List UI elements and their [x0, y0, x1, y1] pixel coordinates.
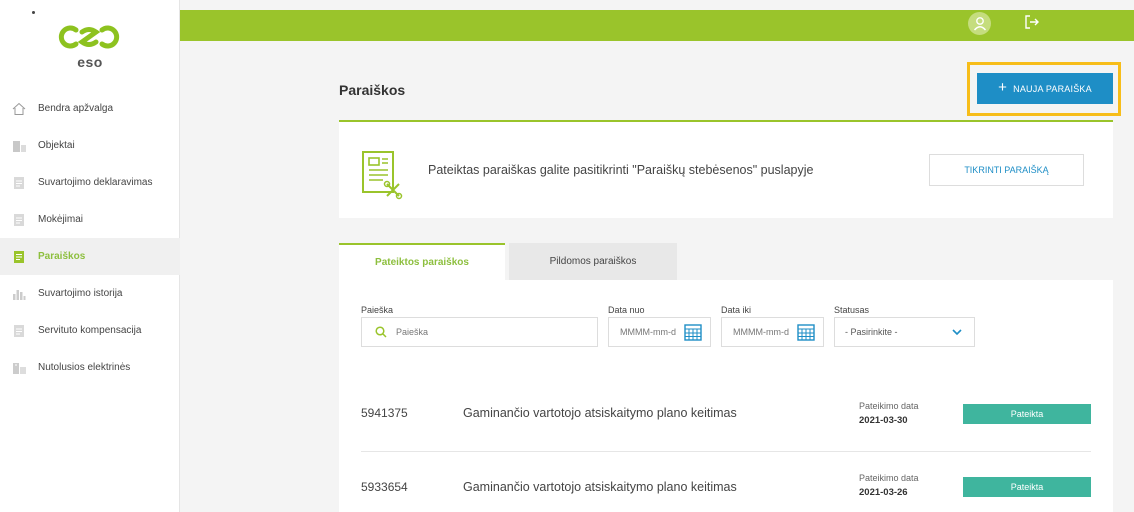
new-application-button-label: NAUJA PARAIŠKA [1013, 83, 1092, 94]
new-application-button[interactable]: + NAUJA PARAIŠKA [977, 73, 1113, 104]
document-icon [11, 175, 27, 191]
submission-date-label: Pateikimo data [859, 401, 919, 411]
submission-date: 2021-03-26 [859, 487, 908, 498]
sidebar-item-mokejimai[interactable]: Mokėjimai [0, 201, 180, 238]
sidebar-item-label: Servituto kompensacija [38, 325, 142, 336]
tab-pildomos-paraiskos[interactable]: Pildomos paraiškos [509, 243, 677, 280]
sidebar-item-paraiskos[interactable]: Paraiškos [0, 238, 180, 275]
sidebar-item-label: Bendra apžvalga [38, 103, 114, 114]
calendar-icon[interactable] [797, 323, 815, 341]
date-from-input[interactable]: MMMM-mm-d [608, 317, 711, 347]
date-from-placeholder: MMMM-mm-d [620, 327, 676, 337]
sidebar-item-suvartojimo-deklaravimas[interactable]: Suvartojimo deklaravimas [0, 164, 180, 201]
application-row[interactable]: 5933654 Gaminančio vartotojo atsiskaitym… [361, 473, 1091, 512]
search-placeholder: Paieška [396, 327, 429, 337]
search-input[interactable]: Paieška [361, 317, 598, 347]
sidebar-nav: Bendra apžvalga Objektai Suvartojimo dek… [0, 90, 180, 386]
calendar-icon[interactable] [684, 323, 702, 341]
submission-date-label: Pateikimo data [859, 473, 919, 483]
info-text: Pateiktas paraiškas galite pasitikrinti … [428, 163, 814, 177]
date-to-input[interactable]: MMMM-mm-d [721, 317, 824, 347]
sidebar-item-nutolusios-elektrines[interactable]: Nutolusios elektrinės [0, 349, 180, 386]
power-plant-icon [11, 360, 27, 376]
sidebar-item-label: Nutolusios elektrinės [38, 362, 131, 373]
status-select-value: - Pasirinkite - [845, 327, 898, 337]
info-card: Pateiktas paraiškas galite pasitikrinti … [339, 120, 1113, 218]
status-badge: Pateikta [963, 404, 1091, 424]
form-icon [11, 249, 27, 265]
row-divider [361, 451, 1091, 452]
submission-date: 2021-03-30 [859, 415, 908, 426]
sidebar-item-suvartojimo-istorija[interactable]: Suvartojimo istorija [0, 275, 180, 312]
logo[interactable]: eso [0, 0, 180, 90]
sidebar-item-label: Suvartojimo istorija [38, 288, 123, 299]
date-to-placeholder: MMMM-mm-d [733, 327, 789, 337]
application-title[interactable]: Gaminančio vartotojo atsiskaitymo plano … [463, 406, 737, 420]
application-row[interactable]: 5941375 Gaminančio vartotojo atsiskaitym… [361, 401, 1091, 461]
document-icon [11, 323, 27, 339]
search-icon [375, 326, 387, 338]
eso-logo-icon [58, 25, 120, 49]
page-title: Paraiškos [339, 82, 406, 98]
plus-icon: + [998, 79, 1008, 96]
sidebar-item-bendra-apzvalga[interactable]: Bendra apžvalga [0, 90, 180, 127]
document-tools-icon [361, 150, 405, 207]
logo-text: eso [77, 54, 103, 70]
status-badge: Pateikta [963, 477, 1091, 497]
date-from-label: Data nuo [608, 305, 645, 315]
bar-chart-icon [11, 286, 27, 302]
status-select[interactable]: - Pasirinkite - [834, 317, 975, 347]
logout-icon[interactable] [1024, 14, 1044, 34]
date-to-label: Data iki [721, 305, 752, 315]
sidebar-item-servituto-kompensacija[interactable]: Servituto kompensacija [0, 312, 180, 349]
sidebar-item-label: Paraiškos [38, 251, 86, 262]
search-label: Paieška [361, 305, 394, 315]
document-icon [11, 212, 27, 228]
sidebar-item-label: Mokėjimai [38, 214, 84, 225]
application-title[interactable]: Gaminančio vartotojo atsiskaitymo plano … [463, 480, 737, 494]
home-icon [11, 101, 27, 117]
sidebar-item-objektai[interactable]: Objektai [0, 127, 180, 164]
application-number: 5933654 [361, 480, 408, 494]
status-label: Statusas [834, 305, 870, 315]
tab-pateiktos-paraiskos[interactable]: Pateiktos paraiškos [339, 243, 505, 280]
sidebar-item-label: Objektai [38, 140, 75, 151]
check-application-button[interactable]: TIKRINTI PARAIŠKĄ [929, 154, 1084, 186]
logo-dot [32, 11, 35, 14]
sidebar-item-label: Suvartojimo deklaravimas [38, 177, 153, 188]
user-icon[interactable] [968, 12, 991, 35]
sidebar: eso Bendra apžvalga Objektai Suvartojimo… [0, 0, 180, 512]
application-number: 5941375 [361, 406, 408, 420]
top-bar [180, 10, 1134, 41]
chevron-down-icon [952, 328, 962, 336]
building-icon [11, 138, 27, 154]
